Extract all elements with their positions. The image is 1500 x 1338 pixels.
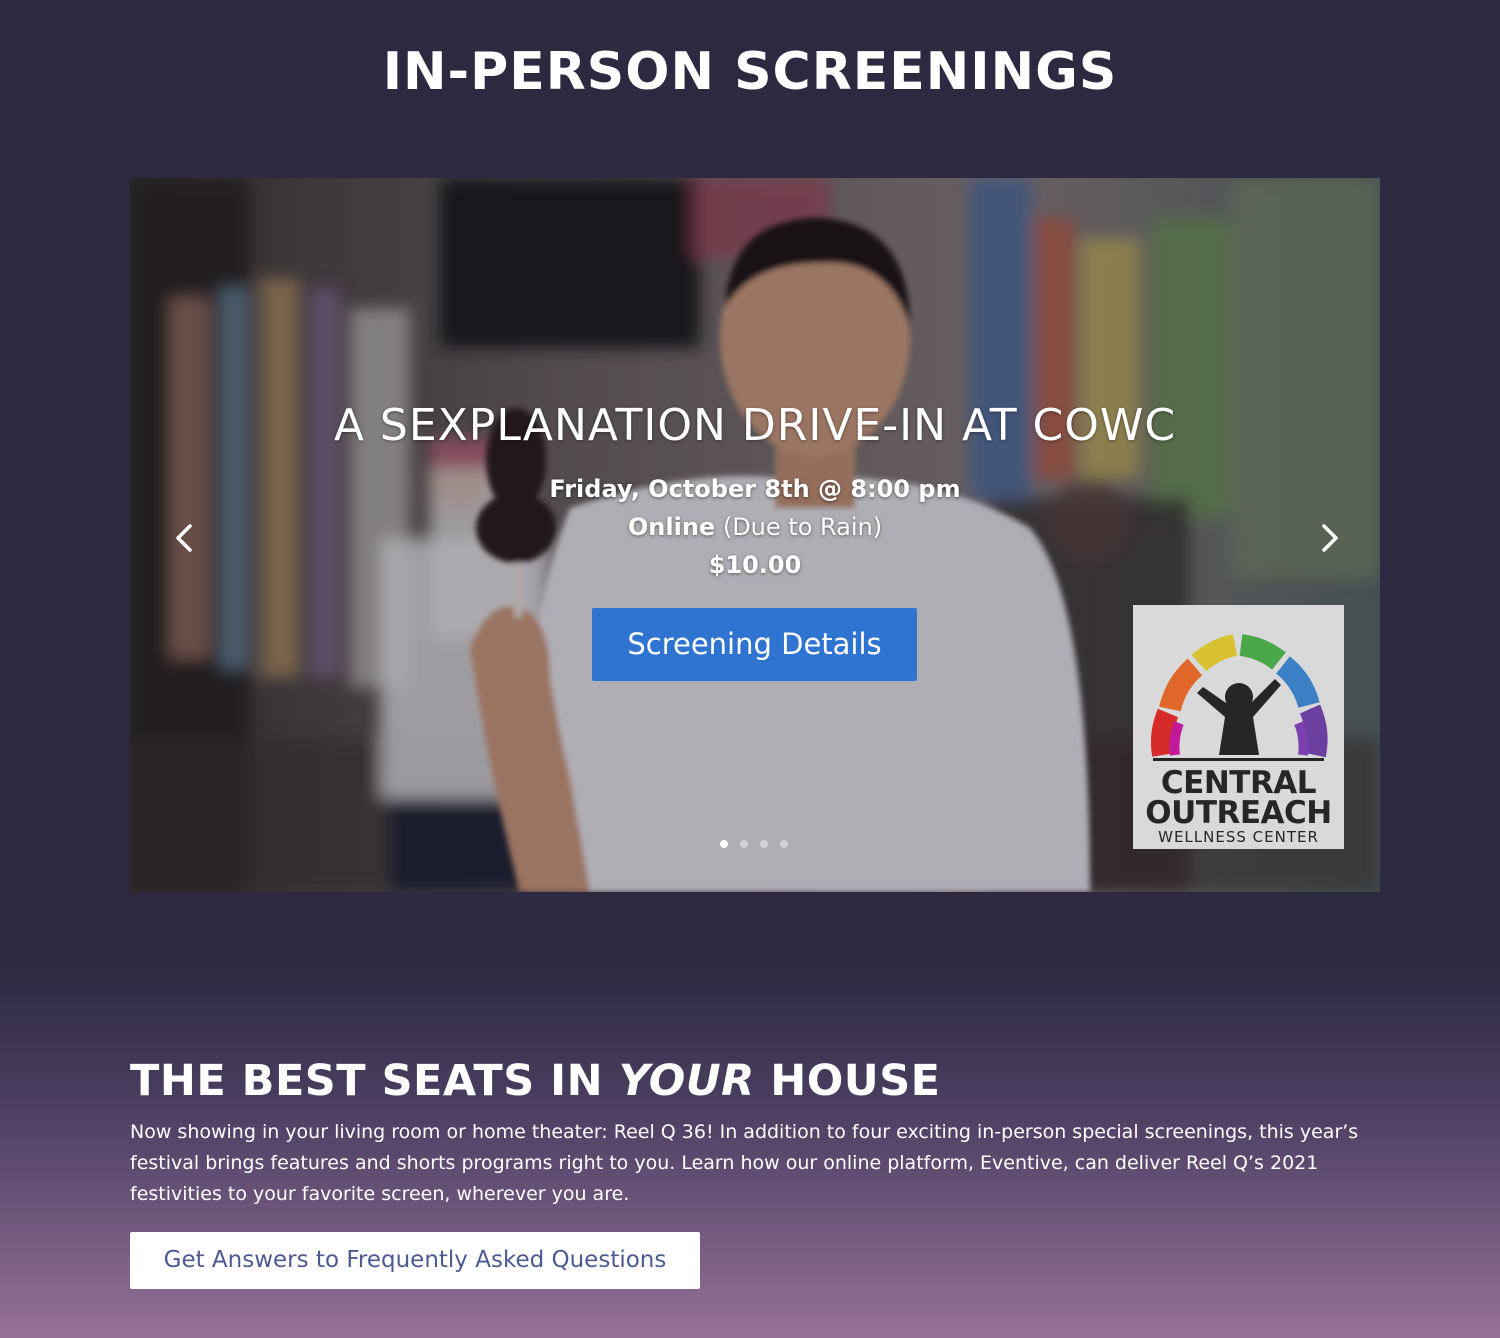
slide-venue-note: (Due to Rain) [722,513,883,541]
sponsor-logo: CENTRAL OUTREACH WELLNESS CENTER [1133,605,1344,849]
heading-emphasis: YOUR [618,1056,755,1106]
chevron-left-icon [176,524,192,552]
slide-title: A SEXPLANATION DRIVE-IN AT COWC [333,400,1177,451]
faq-button[interactable]: Get Answers to Frequently Asked Question… [130,1232,700,1289]
slide-venue: Online (Due to Rain) [130,513,1380,541]
carousel-dot[interactable] [720,840,728,848]
slide-venue-name: Online [627,513,716,541]
carousel-dots [720,840,800,850]
slide-price: $10.00 [708,551,802,579]
sponsor-logo-line-3: WELLNESS CENTER [1158,828,1319,846]
carousel-dot[interactable] [740,840,748,848]
screening-details-button[interactable]: Screening Details [592,608,917,681]
sponsor-logo-line-2: OUTREACH [1145,795,1332,831]
carousel-prev-button[interactable] [170,518,200,558]
chevron-right-icon [1322,524,1338,552]
carousel-dot[interactable] [760,840,768,848]
page: IN-PERSON SCREENINGS A SEXPLANATION DRIV… [0,0,1500,1338]
heading-start: THE BEST SEATS IN [130,1056,619,1106]
slide-date: Friday, October 8th @ 8:00 pm [549,475,961,503]
best-seats-heading: THE BEST SEATS IN YOUR HOUSE [130,1056,1370,1106]
screenings-heading: IN-PERSON SCREENINGS [382,42,1118,102]
screenings-carousel: A SEXPLANATION DRIVE-IN AT COWC Friday, … [130,178,1380,892]
best-seats-description: Now showing in your living room or home … [130,1121,1359,1205]
heading-end: HOUSE [754,1056,941,1106]
wellness-person-icon [1151,634,1328,761]
carousel-next-button[interactable] [1314,518,1344,558]
carousel-dot[interactable] [780,840,788,848]
